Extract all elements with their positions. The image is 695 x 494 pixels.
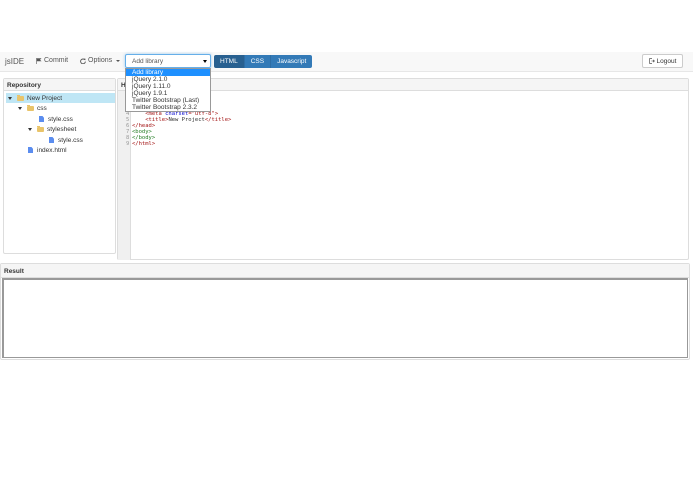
library-option[interactable]: jQuery 1.9.1 [126, 90, 210, 97]
chevron-down-icon [203, 60, 207, 63]
code-token: </title> [204, 117, 232, 123]
expand-toggle-icon[interactable] [8, 96, 12, 100]
result-preview-frame[interactable] [2, 278, 688, 358]
flag-icon [36, 57, 42, 64]
commit-button[interactable]: Commit [36, 57, 68, 64]
tab-css[interactable]: CSS [244, 55, 272, 68]
tree-item-label: css [37, 104, 47, 112]
expand-toggle-icon[interactable] [28, 127, 32, 131]
tree-item-label: index.html [37, 146, 67, 154]
tree-item-css[interactable]: css [18, 103, 47, 113]
result-panel: Result [0, 263, 690, 360]
repository-title: Repository [4, 79, 115, 91]
file-icon [49, 137, 54, 143]
tree-item-style-css[interactable]: style.css [49, 135, 83, 145]
logout-label: Logout [656, 57, 677, 65]
library-option[interactable]: Twitter Bootstrap 2.3.2 [126, 104, 210, 111]
code-token: </html> [132, 141, 156, 147]
library-select-value: Add library [132, 58, 164, 65]
code-line[interactable]: 9 </html> [126, 141, 231, 147]
options-label: Options [88, 57, 113, 64]
library-option[interactable]: jQuery 1.11.0 [126, 83, 210, 90]
refresh-icon [80, 58, 86, 64]
file-icon [28, 147, 33, 153]
tree-item-label: stylesheet [47, 125, 77, 133]
folder-open-icon [17, 94, 24, 101]
tree-item-index-html[interactable]: index.html [28, 145, 67, 155]
commit-label: Commit [44, 57, 69, 64]
top-navbar: jsIDE Commit Options [0, 52, 693, 72]
tab-javascript[interactable]: Javascript [271, 55, 313, 68]
tree-item-label: style.css [58, 136, 83, 144]
repository-panel: Repository New Project css style.css sty… [3, 78, 116, 254]
app-window: jsIDE Commit Options Add library Add lib… [0, 0, 695, 494]
library-select[interactable]: Add library [125, 54, 211, 68]
tree-item-new-project[interactable]: New Project [6, 93, 115, 103]
folder-open-icon [27, 104, 34, 111]
chevron-down-icon [116, 59, 121, 62]
library-option[interactable]: jQuery 2.1.0 [126, 76, 210, 83]
tree-item-stylesheet[interactable]: stylesheet [28, 124, 76, 134]
options-dropdown-button[interactable]: Options [80, 57, 121, 64]
library-option[interactable]: Twitter Bootstrap (Last) [126, 97, 210, 104]
folder-open-icon [37, 125, 44, 132]
language-tabs: HTML CSS Javascript [214, 55, 313, 68]
library-option[interactable]: Add library [126, 69, 210, 76]
logout-button[interactable]: Logout [642, 54, 683, 68]
tree-item-label: New Project [27, 94, 63, 102]
tree-item-style-css[interactable]: style.css [39, 114, 73, 124]
result-title: Result [1, 264, 689, 278]
brand-logo[interactable]: jsIDE [5, 57, 24, 66]
code-editor[interactable]: 4 <meta charset="utf-8"> 5 <title>New Pro… [126, 111, 231, 147]
expand-toggle-icon[interactable] [18, 106, 22, 110]
file-icon [39, 116, 44, 122]
tree-item-label: style.css [48, 115, 73, 123]
tab-html[interactable]: HTML [214, 55, 245, 68]
logout-icon [648, 58, 655, 64]
library-dropdown-list: Add library jQuery 2.1.0 jQuery 1.11.0 j… [125, 68, 211, 112]
code-token: New Project [168, 117, 205, 123]
